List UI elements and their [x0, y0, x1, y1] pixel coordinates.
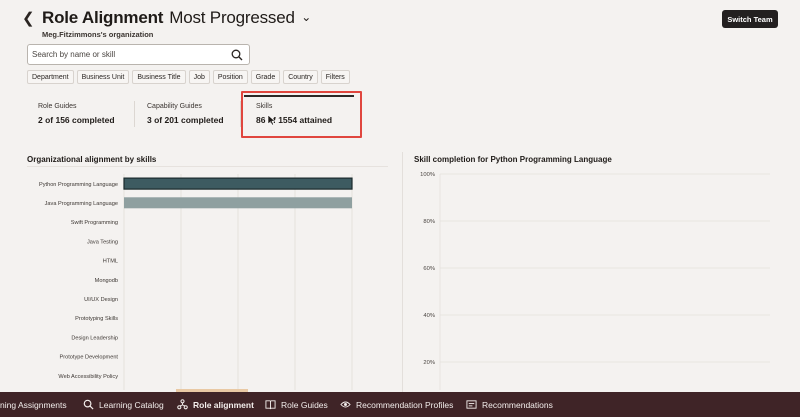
stat-label: Role Guides	[38, 103, 77, 110]
nav-learning-assignments[interactable]: ning Assignments	[0, 392, 67, 417]
y-tick-label: 20%	[423, 360, 435, 366]
skill-completion-chart: 100% 80% 60% 40% 20%	[420, 172, 770, 390]
nav-learning-catalog[interactable]: Learning Catalog	[83, 392, 164, 417]
nav-label: Recommendations	[482, 399, 553, 410]
bar	[123, 177, 353, 190]
y-tick-label: 40%	[423, 313, 435, 319]
filter-grade[interactable]: Grade	[250, 70, 281, 84]
panel-divider	[402, 152, 403, 392]
stat-divider	[134, 101, 135, 127]
book-icon	[265, 400, 276, 410]
search-icon[interactable]	[231, 49, 243, 61]
nav-label: Recommendation Profiles	[356, 399, 454, 410]
bottom-navigation: ning Assignments Learning Catalog Role a…	[0, 392, 800, 417]
category-label: Design Leadership	[71, 335, 118, 341]
y-tick-label: 80%	[423, 219, 435, 225]
category-label: Java Testing	[87, 239, 118, 245]
highlight-box	[241, 91, 362, 138]
y-tick-label: 100%	[420, 172, 435, 178]
organization-label: Meg.Fitzimmons's organization	[42, 30, 154, 39]
category-label: Prototype Development	[60, 355, 119, 361]
y-tick-label: 60%	[423, 266, 435, 272]
recommendations-icon	[466, 400, 477, 409]
filter-business-title[interactable]: Business Title	[132, 70, 186, 84]
category-label: UI/UX Design	[84, 297, 118, 303]
skills-alignment-bar-chart: Python Programming Language Java Programm…	[39, 174, 353, 390]
filter-department[interactable]: Department	[27, 70, 74, 84]
role-alignment-icon	[177, 399, 188, 410]
nav-label: Learning Catalog	[99, 399, 164, 410]
filter-bar: Department Business Unit Business Title …	[27, 70, 350, 84]
category-label: Java Programming Language	[45, 201, 118, 207]
stat-value: 2 of 156 completed	[38, 115, 115, 125]
nav-role-alignment[interactable]: Role alignment	[177, 392, 254, 417]
page-title: Role Alignment Most Progressed ⌄	[42, 8, 311, 28]
filter-position[interactable]: Position	[212, 70, 248, 84]
search-box	[27, 44, 250, 65]
nav-label: ning Assignments	[0, 399, 67, 410]
stat-value: 3 of 201 completed	[147, 115, 224, 125]
view-selector-label: Most Progressed	[169, 8, 295, 27]
filter-business-unit[interactable]: Business Unit	[76, 70, 130, 84]
eye-icon	[340, 401, 351, 408]
category-label: Mongodb	[95, 278, 118, 284]
nav-label: Role alignment	[193, 399, 254, 410]
back-icon[interactable]: ❮	[22, 9, 38, 29]
bar	[124, 197, 352, 209]
stat-label: Capability Guides	[147, 103, 202, 110]
view-selector[interactable]: Most Progressed ⌄	[169, 8, 311, 28]
right-chart-title: Skill completion for Python Programming …	[414, 155, 612, 164]
left-chart-title: Organizational alignment by skills	[27, 155, 157, 164]
mouse-cursor-icon	[267, 114, 276, 126]
search-input[interactable]	[32, 47, 222, 62]
search-icon	[83, 399, 94, 410]
nav-label: Role Guides	[281, 399, 328, 410]
nav-role-guides[interactable]: Role Guides	[265, 392, 328, 417]
category-label: Python Programming Language	[39, 182, 118, 188]
nav-recommendations[interactable]: Recommendations	[466, 392, 553, 417]
nav-recommendation-profiles[interactable]: Recommendation Profiles	[340, 392, 453, 417]
filter-country[interactable]: Country	[283, 70, 318, 84]
switch-team-button[interactable]: Switch Team	[722, 10, 778, 28]
category-label: HTML	[103, 259, 118, 265]
filters-button[interactable]: Filters	[320, 70, 350, 84]
chevron-down-icon: ⌄	[301, 10, 312, 24]
left-chart-divider	[27, 166, 388, 167]
page-header: ❮ Role Alignment Most Progressed ⌄ Meg.F…	[0, 0, 800, 44]
category-label: Prototyping Skills	[75, 316, 118, 322]
category-label: Swift Programming	[71, 220, 118, 226]
page-title-main: Role Alignment	[42, 8, 164, 27]
category-label: Web Accessibility Policy	[58, 374, 118, 380]
filter-job[interactable]: Job	[188, 70, 210, 84]
